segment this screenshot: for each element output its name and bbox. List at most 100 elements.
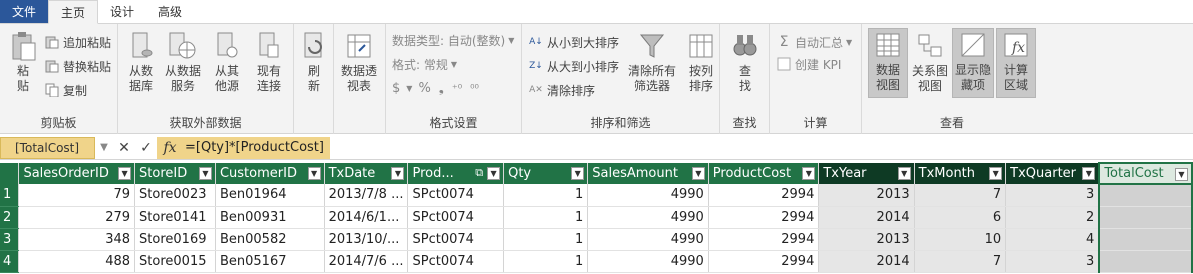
sort-by-column-button[interactable]: 按列 排序 (682, 30, 720, 94)
table-cell[interactable]: 2013 (818, 184, 915, 207)
comma-format-button[interactable]: ❟ (439, 81, 444, 96)
from-database-button[interactable]: 从数 据库 (122, 30, 160, 94)
percent-format-button[interactable]: % (418, 81, 430, 96)
create-kpi-button[interactable]: 创建 KPI (776, 54, 841, 74)
table-cell[interactable]: 1 (503, 250, 589, 273)
table-cell[interactable]: 2 (1005, 206, 1100, 229)
table-cell[interactable]: 6 (914, 206, 1007, 229)
table-cell[interactable]: 2994 (708, 250, 820, 273)
column-header-txyear[interactable]: TxYear ▼ (818, 163, 915, 184)
column-header-totalcost[interactable]: TotalCost ▼ (1098, 162, 1193, 185)
table-cell[interactable]: SPct0074 (407, 228, 505, 251)
data-type-dropdown[interactable]: 数据类型: 自动(整数) ▼ (392, 30, 514, 50)
decrease-decimal-button[interactable]: ⁰⁰ (470, 82, 479, 95)
paste-button[interactable]: 粘 贴 (4, 30, 42, 94)
table-cell[interactable]: 1 (503, 184, 589, 207)
table-cell[interactable]: Store0141 (134, 206, 216, 229)
data-view-button[interactable]: 数据 视图 (868, 28, 908, 98)
filter-dropdown-icon[interactable]: ▼ (198, 167, 212, 180)
formula-input[interactable]: =[Qty]*[ProductCost] (183, 136, 330, 159)
clear-filters-button[interactable]: 清除所有 筛选器 (626, 30, 678, 94)
format-dropdown[interactable]: 格式: 常规 ▼ (392, 54, 457, 74)
table-cell[interactable]: 4990 (587, 184, 709, 207)
row-number[interactable]: 3 (0, 228, 20, 251)
replace-paste-button[interactable]: 替换粘贴 (44, 56, 111, 76)
autosum-button[interactable]: Σ 自动汇总 ▼ (776, 32, 853, 52)
table-cell[interactable]: SPct0074 (407, 184, 505, 207)
chevron-down-icon[interactable]: ▼ (95, 142, 113, 153)
append-paste-button[interactable]: 追加粘贴 (44, 32, 111, 52)
table-cell[interactable]: Store0023 (134, 184, 216, 207)
table-cell[interactable]: 2014/7/6 ... (324, 250, 409, 273)
pivot-table-button[interactable]: 数据透 视表 (338, 30, 380, 94)
cancel-formula-button[interactable]: ✕ (113, 140, 135, 156)
column-header-productcost[interactable]: ProductCost ▼ (708, 163, 820, 184)
tab-advanced[interactable]: 高级 (146, 0, 194, 23)
find-button[interactable]: 查 找 (726, 30, 764, 94)
table-cell[interactable]: 3 (1005, 250, 1100, 273)
table-cell[interactable]: 2994 (708, 206, 820, 229)
table-cell[interactable]: 2014 (818, 250, 915, 273)
table-cell[interactable] (1098, 184, 1193, 207)
table-cell[interactable]: 3 (1005, 184, 1100, 207)
table-cell[interactable]: 79 (18, 184, 136, 207)
table-row[interactable]: 2 279 Store0141 Ben00931 2014/6/1... SPct0074… (0, 206, 1193, 229)
column-header-salesamount[interactable]: SalesAmount ▼ (587, 163, 709, 184)
column-header-product[interactable]: Prod... ⧉ ▼ (407, 163, 505, 184)
table-cell[interactable]: 2014 (818, 206, 915, 229)
table-cell[interactable]: 348 (18, 228, 136, 251)
column-header-qty[interactable]: Qty ▼ (503, 163, 589, 184)
clear-sort-button[interactable]: A✕ 清除排序 (528, 80, 595, 100)
table-cell[interactable] (1098, 228, 1193, 251)
table-cell[interactable] (1098, 250, 1193, 273)
table-cell[interactable]: SPct0074 (407, 250, 505, 273)
refresh-button[interactable]: 刷 新 (295, 30, 333, 94)
tab-file[interactable]: 文件 (0, 0, 48, 23)
tab-home[interactable]: 主页 (48, 0, 99, 24)
table-cell[interactable]: 10 (914, 228, 1007, 251)
table-cell[interactable] (1098, 206, 1193, 229)
copy-button[interactable]: 复制 (44, 80, 87, 100)
name-box[interactable]: [TotalCost] (0, 136, 95, 159)
filter-dropdown-icon[interactable]: ▼ (571, 167, 585, 180)
row-number[interactable]: 1 (0, 184, 20, 207)
table-cell[interactable]: 2994 (708, 228, 820, 251)
table-cell[interactable]: Ben00582 (215, 228, 325, 251)
table-cell[interactable]: 2014/6/1... (324, 206, 409, 229)
confirm-formula-button[interactable]: ✓ (135, 140, 157, 156)
row-number[interactable]: 4 (0, 250, 20, 273)
table-cell[interactable]: 4990 (587, 206, 709, 229)
table-cell[interactable]: 2994 (708, 184, 820, 207)
filter-dropdown-icon[interactable]: ▼ (691, 167, 705, 180)
filter-dropdown-icon[interactable]: ▼ (802, 167, 816, 180)
table-cell[interactable]: 488 (18, 250, 136, 273)
table-cell[interactable]: 1 (503, 228, 589, 251)
existing-connections-button[interactable]: 现有 连接 (250, 30, 288, 94)
table-cell[interactable]: Store0169 (134, 228, 216, 251)
filter-dropdown-icon[interactable]: ▼ (1082, 167, 1096, 180)
table-cell[interactable]: SPct0074 (407, 206, 505, 229)
filter-dropdown-icon[interactable]: ▼ (391, 167, 405, 180)
table-cell[interactable]: Ben05167 (215, 250, 325, 273)
table-cell[interactable]: 1 (503, 206, 589, 229)
diagram-view-button[interactable]: 关系图 视图 (910, 30, 950, 94)
filter-dropdown-icon[interactable]: ▼ (897, 167, 911, 180)
table-cell[interactable]: Ben00931 (215, 206, 325, 229)
table-row[interactable]: 3 348 Store0169 Ben00582 2013/10/... SPct0074… (0, 228, 1193, 251)
table-cell[interactable]: 279 (18, 206, 136, 229)
from-other-button[interactable]: 从其 他源 (208, 30, 246, 94)
table-cell[interactable]: 2013 (818, 228, 915, 251)
currency-format-button[interactable]: $ (392, 81, 400, 96)
filter-dropdown-icon[interactable]: ▼ (989, 167, 1003, 180)
table-row[interactable]: 4 488 Store0015 Ben05167 2014/7/6 ... SPct007… (0, 250, 1193, 273)
sort-descending-button[interactable]: Z↓ 从大到小排序 (528, 56, 619, 76)
sort-ascending-button[interactable]: A↓ 从小到大排序 (528, 32, 619, 52)
table-cell[interactable]: 2013/7/8 ... (324, 184, 409, 207)
table-cell[interactable]: 7 (914, 250, 1007, 273)
calculation-area-button[interactable]: fx 计算 区域 (996, 28, 1036, 98)
table-cell[interactable]: 2013/10/... (324, 228, 409, 251)
row-number[interactable]: 2 (0, 206, 20, 229)
table-row[interactable]: 1 79 Store0023 Ben01964 2013/7/8 ... SPct0074… (0, 184, 1193, 207)
column-header-txquarter[interactable]: TxQuarter ▼ (1005, 163, 1100, 184)
table-cell[interactable]: 4990 (587, 228, 709, 251)
